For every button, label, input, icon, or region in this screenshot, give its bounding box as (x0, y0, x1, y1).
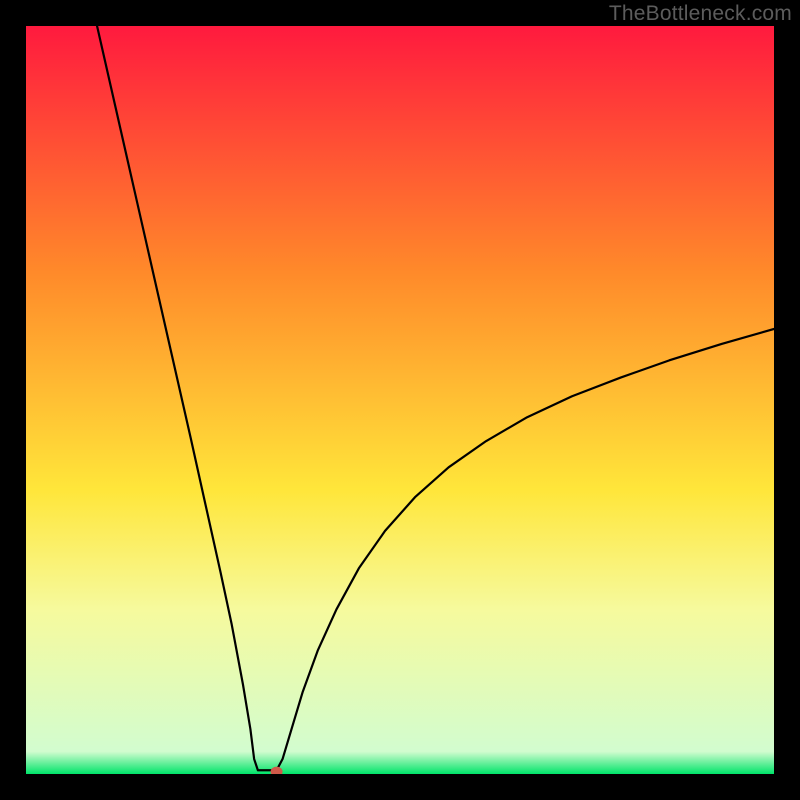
gradient-background (26, 26, 774, 774)
chart-frame: TheBottleneck.com (0, 0, 800, 800)
plot-outer (26, 26, 774, 774)
watermark-text: TheBottleneck.com (609, 2, 792, 26)
bottleneck-chart (26, 26, 774, 774)
